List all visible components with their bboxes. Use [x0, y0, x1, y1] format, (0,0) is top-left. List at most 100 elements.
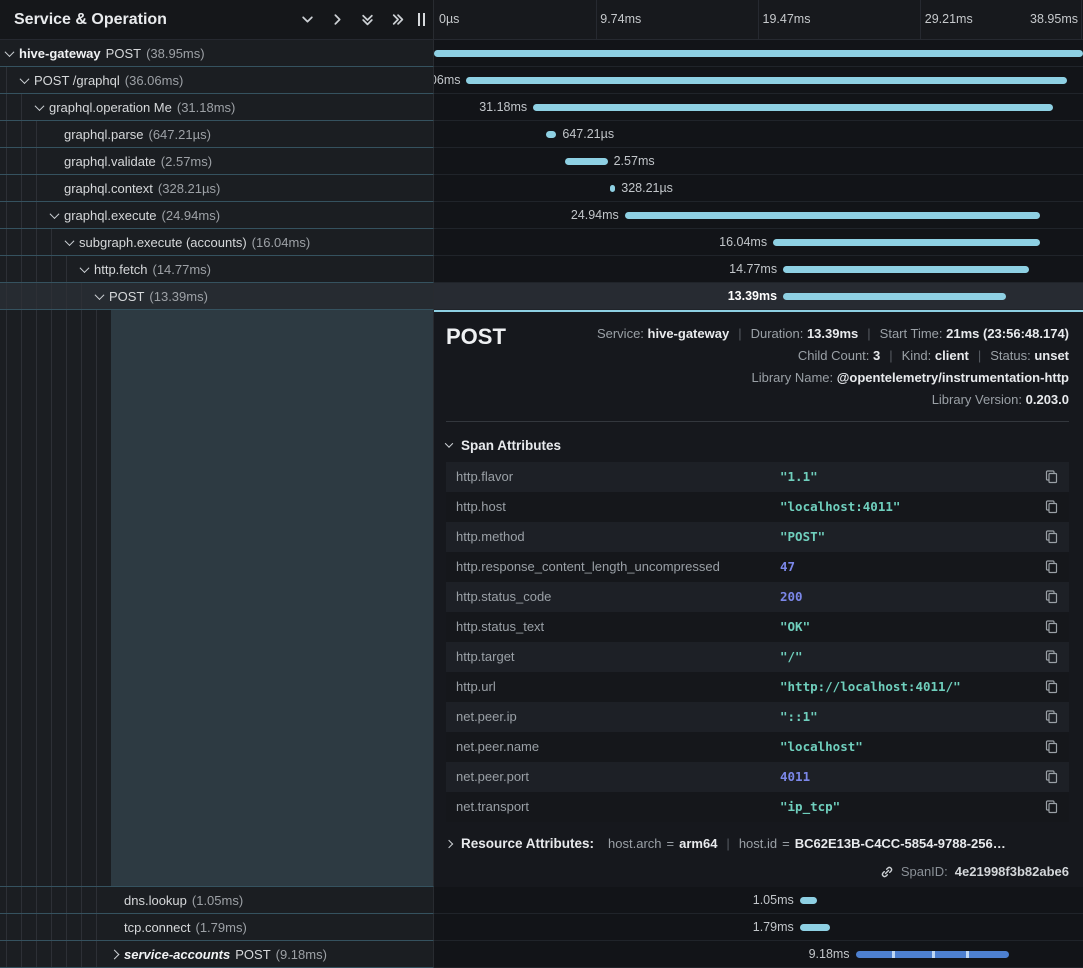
chevron-right-icon[interactable]	[331, 13, 344, 26]
duration-text: (1.79ms)	[196, 920, 247, 935]
indent-guides	[6, 256, 81, 282]
duration-bar[interactable]	[800, 924, 830, 931]
duration-bar[interactable]	[783, 266, 1029, 273]
chevron-down-icon[interactable]	[5, 47, 15, 57]
span-row-timeline[interactable]: 647.21µs	[434, 121, 1083, 148]
duration-bar[interactable]	[773, 239, 1040, 246]
span-attributes-header[interactable]: Span Attributes	[446, 438, 1069, 453]
duration-bar[interactable]	[533, 104, 1053, 111]
copy-icon[interactable]	[1044, 709, 1059, 724]
chevron-down-icon[interactable]	[20, 74, 30, 84]
chevron-down-icon[interactable]	[35, 101, 45, 111]
duration-bar[interactable]	[565, 158, 608, 165]
span-row-label[interactable]: tcp.connect (1.79ms)	[0, 914, 434, 941]
copy-icon[interactable]	[1044, 769, 1059, 784]
double-chevron-right-icon[interactable]	[391, 13, 404, 26]
attribute-value: "POST"	[780, 529, 1044, 544]
copy-icon[interactable]	[1044, 469, 1059, 484]
copy-icon[interactable]	[1044, 499, 1059, 514]
span-row-timeline[interactable]: 1.79ms	[434, 914, 1083, 941]
span-row[interactable]: graphql.validate (2.57ms) 2.57ms	[0, 148, 1083, 175]
panel-title: Service & Operation	[14, 11, 167, 29]
span-row-timeline[interactable]: 31.18ms	[434, 94, 1083, 121]
span-row[interactable]: service-accounts POST (9.18ms) 9.18ms	[0, 941, 1083, 968]
duration-bar[interactable]	[434, 50, 1083, 57]
duration-bar-label: 14.77ms	[729, 262, 777, 276]
resource-attributes-header[interactable]: Resource Attributes: host.arch=arm64|hos…	[446, 837, 1069, 851]
span-row[interactable]: dns.lookup (1.05ms) 1.05ms	[0, 887, 1083, 914]
duration-text: (36.06ms)	[125, 73, 184, 88]
expander-slot	[66, 239, 79, 246]
operation-name: graphql.execute	[64, 208, 157, 223]
link-icon[interactable]	[880, 865, 894, 879]
expander-slot	[21, 77, 34, 84]
span-row-label[interactable]: http.fetch (14.77ms)	[0, 256, 434, 283]
span-row-timeline[interactable]	[434, 40, 1083, 67]
column-resizer-handle[interactable]	[418, 13, 425, 26]
span-row-timeline[interactable]: 13.39ms	[434, 283, 1083, 310]
timeline-tick: 0µs	[439, 12, 459, 26]
span-row[interactable]: http.fetch (14.77ms) 14.77ms	[0, 256, 1083, 283]
copy-icon[interactable]	[1044, 649, 1059, 664]
copy-icon[interactable]	[1044, 799, 1059, 814]
span-row-label[interactable]: graphql.execute (24.94ms)	[0, 202, 434, 229]
duration-bar[interactable]	[856, 951, 1009, 958]
copy-icon[interactable]	[1044, 679, 1059, 694]
indent-guides	[6, 914, 111, 940]
span-row-label[interactable]: dns.lookup (1.05ms)	[0, 887, 434, 914]
span-row[interactable]: tcp.connect (1.79ms) 1.79ms	[0, 914, 1083, 941]
span-row[interactable]: POST /graphql (36.06ms) 36.06ms	[0, 67, 1083, 94]
duration-bar[interactable]	[610, 185, 615, 192]
span-row[interactable]: subgraph.execute (accounts) (16.04ms) 16…	[0, 229, 1083, 256]
duration-bar[interactable]	[800, 897, 817, 904]
span-row-label[interactable]: graphql.operation Me (31.18ms)	[0, 94, 434, 121]
chevron-down-icon[interactable]	[65, 236, 75, 246]
duration-bar[interactable]	[466, 77, 1067, 84]
copy-icon[interactable]	[1044, 589, 1059, 604]
chevron-right-icon[interactable]	[110, 949, 120, 959]
span-row-label[interactable]: POST (13.39ms)	[0, 283, 434, 310]
span-row-label[interactable]: service-accounts POST (9.18ms)	[0, 941, 434, 968]
timeline-header: 0µs 9.74ms 19.47ms 29.21ms 38.95ms	[434, 0, 1083, 40]
duration-bar[interactable]	[783, 293, 1006, 300]
copy-icon[interactable]	[1044, 559, 1059, 574]
duration-bar[interactable]	[625, 212, 1041, 219]
copy-icon[interactable]	[1044, 739, 1059, 754]
duration-text: (13.39ms)	[149, 289, 208, 304]
attribute-value: "/"	[780, 649, 1044, 664]
span-row-timeline[interactable]: 2.57ms	[434, 148, 1083, 175]
attribute-key: net.peer.ip	[456, 709, 780, 724]
span-row-label[interactable]: graphql.context (328.21µs)	[0, 175, 434, 202]
span-row-timeline[interactable]: 328.21µs	[434, 175, 1083, 202]
chevron-down-icon[interactable]	[95, 290, 105, 300]
span-row[interactable]: graphql.operation Me (31.18ms) 31.18ms	[0, 94, 1083, 121]
span-row-timeline[interactable]: 16.04ms	[434, 229, 1083, 256]
span-row-label[interactable]: hive-gateway POST (38.95ms)	[0, 40, 434, 67]
span-row-label[interactable]: POST /graphql (36.06ms)	[0, 67, 434, 94]
span-row-timeline[interactable]: 1.05ms	[434, 887, 1083, 914]
double-chevron-down-icon[interactable]	[361, 13, 374, 26]
duration-bar[interactable]	[546, 131, 557, 138]
chevron-down-icon[interactable]	[301, 13, 314, 26]
span-row[interactable]: graphql.parse (647.21µs) 647.21µs	[0, 121, 1083, 148]
span-row-label[interactable]: graphql.validate (2.57ms)	[0, 148, 434, 175]
duration-bar-label: 2.57ms	[614, 154, 655, 168]
span-row-timeline[interactable]: 24.94ms	[434, 202, 1083, 229]
attribute-key: http.url	[456, 679, 780, 694]
attribute-row: http.status_text "OK"	[446, 612, 1069, 642]
span-row-timeline[interactable]: 14.77ms	[434, 256, 1083, 283]
span-row[interactable]: hive-gateway POST (38.95ms)	[0, 40, 1083, 67]
span-row-timeline[interactable]: 9.18ms	[434, 941, 1083, 968]
span-row-label[interactable]: subgraph.execute (accounts) (16.04ms)	[0, 229, 434, 256]
span-row-timeline[interactable]: 36.06ms	[434, 67, 1083, 94]
chevron-down-icon[interactable]	[50, 209, 60, 219]
chevron-down-icon[interactable]	[80, 263, 90, 273]
copy-icon[interactable]	[1044, 619, 1059, 634]
copy-icon[interactable]	[1044, 529, 1059, 544]
span-row[interactable]: graphql.context (328.21µs) 328.21µs	[0, 175, 1083, 202]
span-row-label[interactable]: graphql.parse (647.21µs)	[0, 121, 434, 148]
timeline-tick: 19.47ms	[763, 12, 811, 26]
span-rows-bottom: dns.lookup (1.05ms) 1.05ms tcp.connect (…	[0, 887, 1083, 968]
span-row[interactable]: graphql.execute (24.94ms) 24.94ms	[0, 202, 1083, 229]
span-row[interactable]: POST (13.39ms) 13.39ms	[0, 283, 1083, 310]
